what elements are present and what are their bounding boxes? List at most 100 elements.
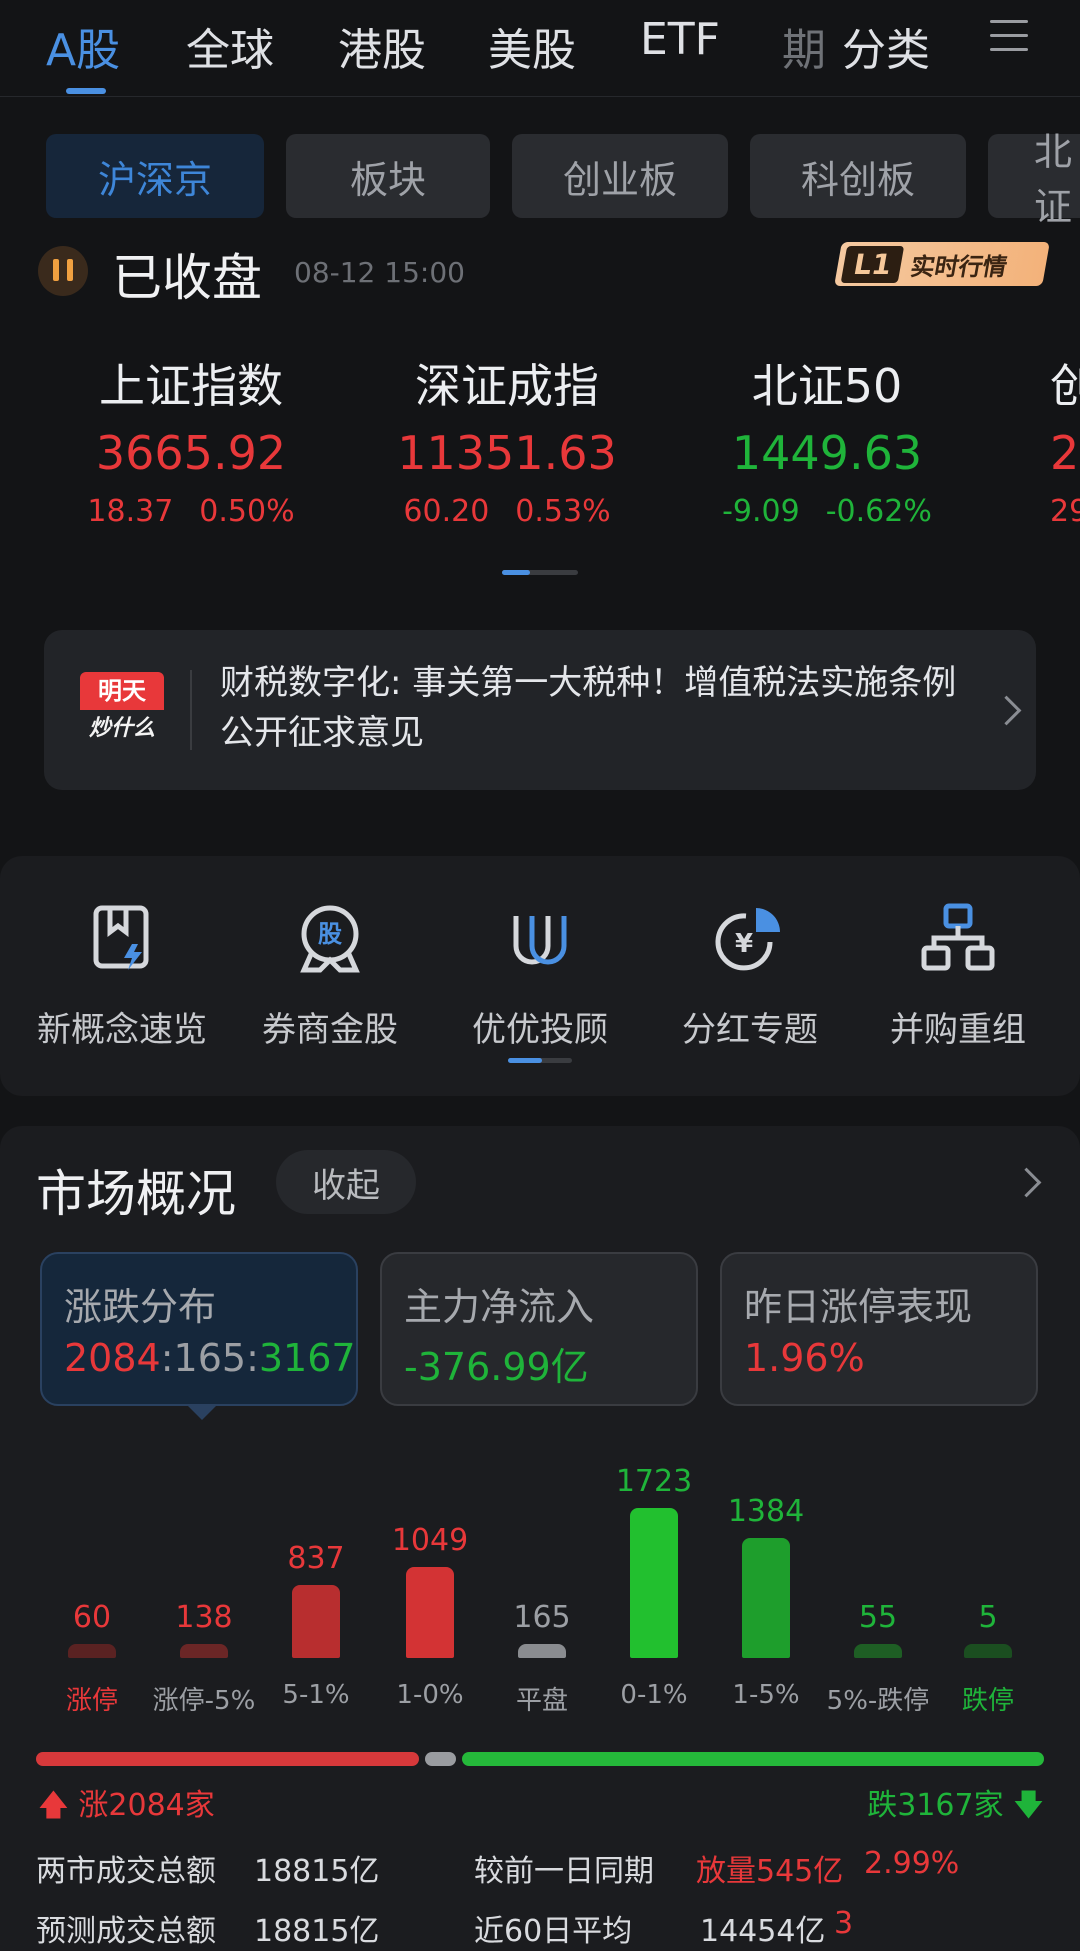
compare-pct: 2.99%	[864, 1846, 960, 1881]
bar	[964, 1644, 1012, 1658]
index-change-abs: 60.20	[403, 494, 490, 529]
card-yesterday-limit-up[interactable]: 昨日涨停表现 1.96%	[720, 1252, 1038, 1406]
bar-value-label: 5	[978, 1600, 998, 1635]
top-tab-bar: A股 全球 港股 美股 ETF 期 分类	[0, 0, 1080, 97]
bar-value-label: 60	[72, 1600, 112, 1635]
tab-etf[interactable]: ETF	[640, 14, 720, 65]
subtab-hushenjing[interactable]: 沪深京	[46, 134, 264, 218]
index-change: 60.20 0.53%	[372, 494, 642, 529]
card-value: -376.99亿	[404, 1345, 589, 1389]
bar-category-label: 涨停	[65, 1686, 118, 1716]
index-change-pct: 0.53%	[515, 494, 611, 529]
up-total-label: 🡅 涨2084家	[38, 1788, 215, 1823]
index-name: 上证指数	[99, 359, 283, 413]
collapse-button[interactable]: 收起	[276, 1150, 416, 1214]
advisor-icon	[513, 916, 567, 965]
l1-label: L1	[840, 245, 905, 283]
bar	[630, 1508, 678, 1658]
market-status-icon	[38, 246, 88, 296]
shortcut-label: 券商金股	[262, 1010, 398, 1050]
avg60-value: 14454亿	[700, 1914, 826, 1949]
svg-text:股: 股	[318, 920, 342, 948]
bar-value-label: 138	[175, 1600, 233, 1635]
bar	[180, 1644, 228, 1658]
menu-icon[interactable]	[990, 20, 1028, 54]
card-up-down-distribution[interactable]: 涨跌分布 2084:165:3167	[40, 1252, 358, 1406]
tab-global[interactable]: 全球	[186, 14, 274, 78]
tab-a-share[interactable]: A股	[46, 14, 120, 78]
shortcut-dividend[interactable]: ¥ 分红专题	[650, 898, 850, 1051]
card-main-net-inflow[interactable]: 主力净流入 -376.99亿	[380, 1252, 698, 1406]
news-headline[interactable]: 财税数字化: 事关第一大税种！增值税法实施条例公开征求意见	[220, 658, 960, 758]
shortcut-label: 分红专题	[682, 1010, 818, 1050]
index-change: 18.37 0.50%	[56, 494, 326, 529]
bar	[742, 1537, 790, 1658]
active-tab-indicator	[66, 88, 106, 94]
total-turnover-label: 两市成交总额	[36, 1854, 216, 1889]
bar	[406, 1566, 454, 1658]
index-card[interactable]: 上证指数 3665.92 18.37 0.50%	[56, 350, 326, 529]
news-logo: 明天 炒什么	[80, 672, 164, 750]
card-label: 主力净流入	[404, 1285, 595, 1329]
card-pointer	[186, 1404, 218, 1420]
subtab-bse[interactable]: 北证	[988, 130, 1080, 229]
tab-hk[interactable]: 港股	[338, 14, 426, 78]
shortcut-new-concept[interactable]: 新概念速览	[22, 898, 222, 1051]
market-status-title: 已收盘	[112, 249, 262, 307]
bar-category-label: 跌停	[961, 1686, 1014, 1716]
index-value: 3665.92	[95, 426, 287, 480]
avg60-label: 近60日平均	[474, 1914, 633, 1949]
down-segment	[461, 1752, 1044, 1766]
card-value: 2084:165:3167	[64, 1336, 356, 1380]
shortcut-merger[interactable]: 并购重组	[858, 898, 1058, 1051]
card-label: 涨跌分布	[64, 1285, 217, 1329]
up-count: 2084	[64, 1336, 161, 1380]
shortcut-label: 新概念速览	[37, 1010, 207, 1050]
news-divider	[190, 670, 192, 750]
forecast-turnover-value: 18815亿	[254, 1914, 380, 1949]
tab-futures[interactable]: 期	[782, 14, 826, 78]
index-change-abs: 18.37	[87, 494, 174, 529]
bar-category-label: 5%-跌停	[826, 1686, 930, 1716]
svg-text:¥: ¥	[735, 929, 753, 959]
news-card[interactable]: 明天 炒什么 财税数字化: 事关第一大税种！增值税法实施条例公开征求意见	[44, 630, 1036, 790]
subtab-sector[interactable]: 板块	[286, 134, 490, 218]
subtab-star[interactable]: 科创板	[750, 134, 966, 218]
subtab-chinext[interactable]: 创业板	[512, 134, 728, 218]
shortcut-advisor[interactable]: 优优投顾	[440, 898, 640, 1051]
index-card[interactable]: 创 2 29.	[1050, 350, 1080, 529]
bar-value-label: 1049	[391, 1522, 469, 1558]
index-card[interactable]: 北证50 1449.63 -9.09 -0.62%	[692, 350, 962, 529]
shortcut-page-indicator	[508, 1058, 572, 1063]
l1-realtime-badge[interactable]: L1 实时行情	[834, 242, 1050, 286]
merger-icon	[921, 903, 995, 971]
down-count: 3167	[258, 1336, 356, 1380]
news-logo-bottom: 炒什么	[88, 716, 155, 741]
bar-category-label: 平盘	[515, 1686, 568, 1716]
forecast-turnover-label: 预测成交总额	[36, 1914, 216, 1949]
tab-us[interactable]: 美股	[488, 14, 576, 78]
bar-value-label: 55	[858, 1600, 898, 1635]
index-change-abs: 29.	[1050, 494, 1080, 529]
index-value: 2	[1050, 426, 1080, 480]
index-change-pct: 0.50%	[199, 494, 295, 529]
shortcut-broker-gold-stock[interactable]: 股 券商金股	[230, 898, 430, 1051]
flat-segment	[425, 1752, 456, 1766]
bar	[854, 1644, 902, 1658]
index-change: 29.	[1050, 494, 1080, 529]
shortcut-label: 优优投顾	[472, 1010, 608, 1050]
bar-value-label: 837	[287, 1541, 345, 1577]
chevron-right-icon[interactable]	[991, 695, 1022, 726]
bar-value-label: 1723	[615, 1464, 693, 1499]
index-change: -9.09 -0.62%	[692, 494, 962, 529]
bar	[292, 1585, 340, 1658]
flat-count: 165	[173, 1336, 247, 1380]
bar-category-label: 1-0%	[396, 1680, 464, 1710]
shortcut-label: 并购重组	[890, 1010, 1026, 1050]
market-status-time: 08-12 15:00	[294, 256, 465, 289]
bar-category-label: 5-1%	[282, 1680, 350, 1710]
index-card[interactable]: 深证成指 11351.63 60.20 0.53%	[372, 350, 642, 529]
bar	[518, 1643, 566, 1658]
tab-category[interactable]: 分类	[842, 14, 930, 78]
bar-category-label: 涨停-5%	[152, 1686, 256, 1716]
